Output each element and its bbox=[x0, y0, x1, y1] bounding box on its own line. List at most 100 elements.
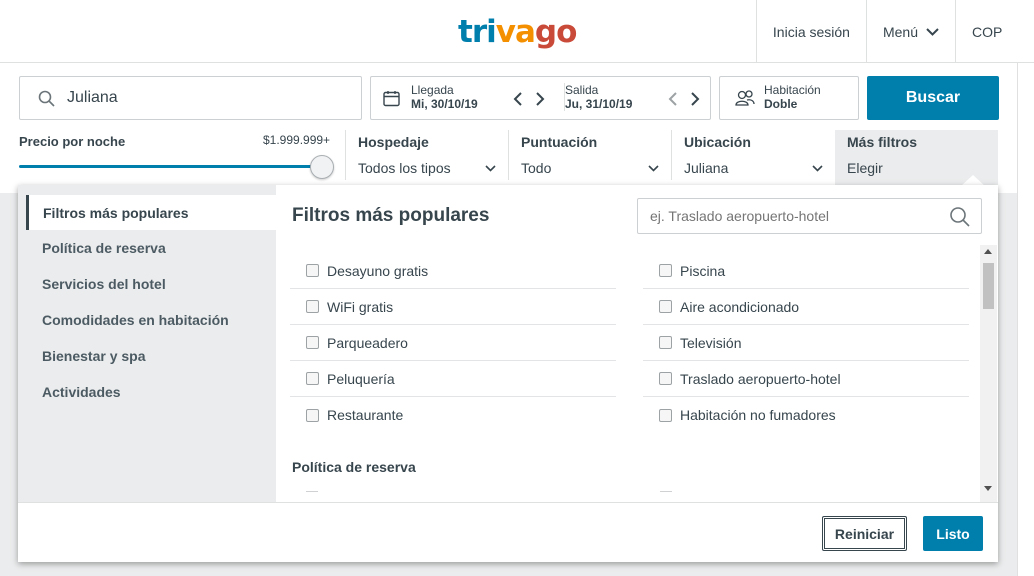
chevron-right-icon[interactable] bbox=[535, 91, 545, 107]
checkbox[interactable] bbox=[659, 264, 672, 277]
option-piscina[interactable]: Piscina bbox=[643, 253, 969, 289]
sidebar-item-comodidades[interactable]: Comodidades en habitación bbox=[26, 302, 276, 337]
option-label: Peluquería bbox=[327, 370, 395, 387]
checkbox[interactable] bbox=[306, 300, 319, 313]
option-wifi[interactable]: WiFi gratis bbox=[290, 289, 616, 325]
option-label: WiFi gratis bbox=[327, 298, 394, 315]
checkout-value: Ju, 31/10/19 bbox=[565, 97, 633, 111]
sidebar-item-actividades[interactable]: Actividades bbox=[26, 374, 276, 409]
option-parqueadero[interactable]: Parqueadero bbox=[290, 325, 616, 361]
checkin-value: Mi, 30/10/19 bbox=[411, 97, 478, 111]
search-icon[interactable] bbox=[949, 206, 971, 228]
chevron-down-icon bbox=[648, 164, 659, 172]
filter-options-panel: Filtros más populares Desayuno gratis Wi… bbox=[276, 185, 998, 502]
mas-filtros-title: Más filtros bbox=[847, 134, 918, 150]
checkbox[interactable] bbox=[659, 300, 672, 313]
partial-checkbox bbox=[306, 491, 318, 494]
login-label: Inicia sesión bbox=[772, 23, 850, 40]
scroll-up-arrow[interactable] bbox=[984, 249, 992, 254]
section-title-reserva: Política de reserva bbox=[292, 459, 416, 475]
checkin-label: Llegada bbox=[411, 83, 454, 97]
option-label: Traslado aeropuerto-hotel bbox=[680, 370, 841, 387]
option-label: Restaurante bbox=[327, 407, 404, 423]
checkbox[interactable] bbox=[659, 372, 672, 385]
option-label: Desayuno gratis bbox=[327, 262, 429, 279]
checkbox[interactable] bbox=[306, 372, 319, 385]
logo-part-tri: tri bbox=[458, 14, 497, 50]
partial-checkbox bbox=[660, 491, 672, 494]
option-restaurante[interactable]: Restaurante bbox=[290, 397, 616, 433]
option-label: Habitación no fumadores bbox=[680, 407, 836, 423]
popup-footer: Reiniciar Listo bbox=[18, 502, 998, 562]
scroll-thumb[interactable] bbox=[983, 263, 994, 309]
chevron-down-icon bbox=[485, 164, 496, 172]
filter-search-field[interactable] bbox=[637, 198, 982, 234]
filter-ubicacion[interactable]: Ubicación Juliana bbox=[671, 130, 835, 180]
calendar-icon bbox=[383, 91, 400, 107]
filter-hospedaje[interactable]: Hospedaje Todos los tipos bbox=[345, 130, 508, 180]
page-scrollbar[interactable] bbox=[1017, 63, 1034, 576]
chevron-left-icon[interactable] bbox=[513, 91, 523, 107]
sidebar-item-servicios[interactable]: Servicios del hotel bbox=[26, 266, 276, 301]
date-range-field[interactable]: Llegada Mi, 30/10/19 Salida Ju, 31/10/19 bbox=[370, 76, 711, 120]
checkin-arrows bbox=[513, 91, 545, 107]
logo-part-go: go bbox=[534, 14, 577, 50]
top-header: trivago Inicia sesión Menú COP bbox=[0, 0, 1034, 63]
option-peluqueria[interactable]: Peluquería bbox=[290, 361, 616, 397]
sidebar-item-bienestar[interactable]: Bienestar y spa bbox=[26, 338, 276, 373]
option-label: Piscina bbox=[680, 262, 726, 279]
checkbox[interactable] bbox=[659, 336, 672, 349]
sidebar-item-reserva[interactable]: Política de reserva bbox=[26, 230, 276, 265]
room-text: Habitación Doble bbox=[764, 83, 821, 111]
price-max-value: $1.999.999+ bbox=[263, 133, 331, 147]
checkbox[interactable] bbox=[306, 264, 319, 277]
guests-icon bbox=[735, 90, 755, 106]
logo-part-va: va bbox=[495, 14, 536, 50]
option-no-fumadores[interactable]: Habitación no fumadores bbox=[643, 397, 969, 433]
option-label: Parqueadero bbox=[327, 334, 408, 351]
price-filter-label: Precio por noche bbox=[19, 134, 126, 149]
search-button[interactable]: Buscar bbox=[867, 76, 999, 120]
options-scrollbar[interactable] bbox=[980, 245, 997, 503]
filter-search-input[interactable] bbox=[638, 199, 938, 233]
ubicacion-title: Ubicación bbox=[684, 134, 751, 150]
scroll-down-arrow[interactable] bbox=[984, 486, 992, 491]
menu-label: Menú bbox=[882, 23, 918, 40]
checkin-field[interactable]: Llegada Mi, 30/10/19 bbox=[411, 83, 478, 111]
filter-categories-sidebar: Filtros más populares Política de reserv… bbox=[18, 185, 276, 502]
panel-title: Filtros más populares bbox=[292, 205, 490, 226]
checkbox[interactable] bbox=[659, 408, 672, 422]
destination-field[interactable]: Juliana bbox=[19, 76, 362, 120]
price-slider-track[interactable] bbox=[19, 165, 322, 168]
checkout-field[interactable]: Salida Ju, 31/10/19 bbox=[564, 83, 632, 111]
filter-puntuacion[interactable]: Puntuación Todo bbox=[508, 130, 671, 180]
option-aire[interactable]: Aire acondicionado bbox=[643, 289, 969, 325]
chevron-down-icon bbox=[812, 164, 823, 172]
price-slider-handle[interactable] bbox=[310, 155, 334, 179]
checkbox[interactable] bbox=[306, 408, 319, 422]
more-filters-popup: Filtros más populares Política de reserv… bbox=[18, 185, 998, 562]
option-desayuno[interactable]: Desayuno gratis bbox=[290, 253, 616, 289]
done-button[interactable]: Listo bbox=[923, 516, 983, 551]
reset-button[interactable]: Reiniciar bbox=[822, 516, 907, 551]
chevron-left-icon[interactable] bbox=[668, 91, 678, 107]
puntuacion-value: Todo bbox=[521, 160, 552, 176]
chevron-down-icon bbox=[926, 27, 939, 36]
checkbox[interactable] bbox=[306, 336, 319, 349]
trivago-logo[interactable]: trivago bbox=[458, 14, 577, 50]
login-link[interactable]: Inicia sesión bbox=[755, 0, 866, 63]
menu-button[interactable]: Menú bbox=[865, 0, 955, 63]
hospedaje-value: Todos los tipos bbox=[358, 160, 451, 176]
option-television[interactable]: Televisión bbox=[643, 325, 969, 361]
currency-selector[interactable]: COP bbox=[955, 0, 1018, 63]
option-label: Televisión bbox=[680, 334, 742, 351]
chevron-right-icon[interactable] bbox=[690, 91, 700, 107]
room-field[interactable]: Habitación Doble bbox=[719, 76, 859, 120]
option-traslado[interactable]: Traslado aeropuerto-hotel bbox=[643, 361, 969, 397]
puntuacion-title: Puntuación bbox=[521, 134, 598, 150]
search-panel: Juliana Llegada Mi, 30/10/19 Salida Ju, … bbox=[0, 63, 1017, 193]
currency-label: COP bbox=[972, 23, 1003, 40]
checkout-arrows bbox=[668, 91, 700, 107]
search-icon bbox=[38, 90, 55, 107]
sidebar-item-populares[interactable]: Filtros más populares bbox=[26, 195, 276, 230]
